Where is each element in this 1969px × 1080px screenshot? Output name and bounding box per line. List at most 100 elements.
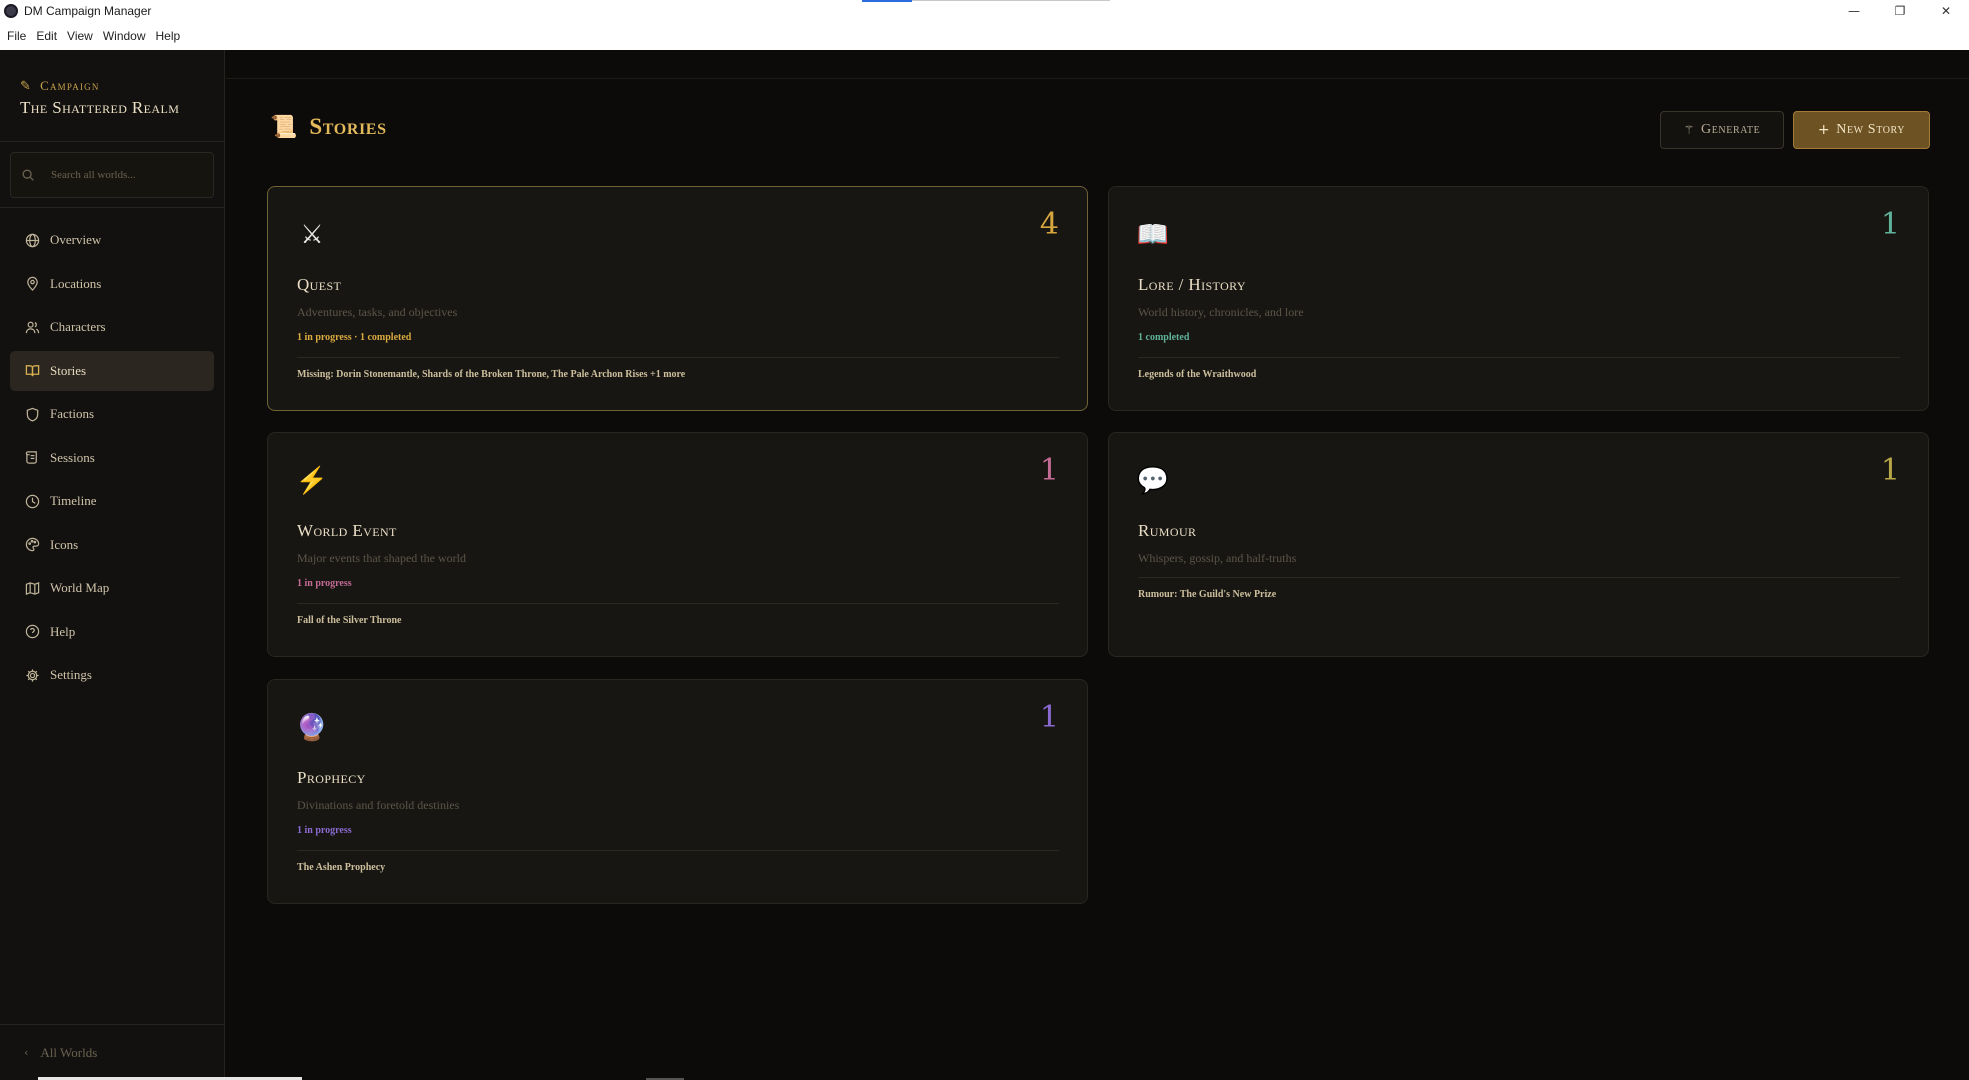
shield-icon	[24, 406, 40, 422]
all-worlds-link[interactable]: ‹ All Worlds	[0, 1024, 225, 1080]
sidebar-item-label: Help	[50, 623, 76, 639]
search-input[interactable]	[51, 169, 201, 181]
card-status: 1 completed	[1138, 332, 1190, 343]
globe-icon	[24, 232, 40, 248]
campaign-label: Campaign	[40, 78, 100, 93]
sidebar-item-icons[interactable]: Icons	[10, 525, 214, 565]
menu-window[interactable]: Window	[98, 29, 151, 43]
card-story-list: The Ashen Prophecy	[297, 862, 386, 873]
sidebar-item-label: Characters	[50, 319, 106, 334]
card-description: Major events that shaped the world	[297, 551, 466, 565]
sidebar-item-label: Factions	[50, 406, 95, 421]
minimize-button[interactable]: —	[1831, 0, 1877, 22]
menu-help[interactable]: Help	[151, 29, 186, 43]
card-story-list: Missing: Dorin Stonemantle, Shards of th…	[297, 369, 686, 380]
search-icon	[22, 169, 34, 181]
app-logo-icon	[4, 4, 18, 18]
sidebar-item-locations[interactable]: Locations	[10, 264, 214, 304]
campaign-name[interactable]: The Shattered Realm	[20, 98, 204, 118]
story-card-quest[interactable]: ⚔ 4 Quest Adventures, tasks, and objecti…	[267, 186, 1088, 411]
card-story-list: Fall of the Silver Throne	[297, 615, 402, 626]
story-count: 1	[1039, 453, 1059, 488]
story-count: 1	[1880, 207, 1900, 242]
plus-icon: +	[1817, 122, 1831, 138]
close-button[interactable]: ✕	[1923, 0, 1969, 22]
card-description: Whispers, gossip, and half-truths	[1138, 551, 1297, 565]
sidebar-item-sessions[interactable]: Sessions	[10, 438, 214, 478]
menu-bar: File Edit View Window Help	[0, 22, 1969, 50]
story-card-prophecy[interactable]: 🔮 1 Prophecy Divinations and foretold de…	[267, 679, 1088, 904]
scroll-icon	[24, 450, 40, 466]
generate-label: Generate	[1701, 122, 1761, 137]
card-title: Lore / History	[1138, 275, 1246, 294]
card-divider	[297, 603, 1059, 604]
header-divider	[226, 78, 1969, 79]
new-story-label: New Story	[1836, 122, 1906, 137]
card-divider	[1138, 577, 1900, 578]
campaign-header: ✎ Campaign The Shattered Realm	[0, 50, 224, 142]
card-description: Divinations and foretold destinies	[297, 798, 460, 812]
sidebar-item-label: Sessions	[50, 449, 95, 465]
card-title: Rumour	[1138, 521, 1197, 540]
open-book-icon: 📖	[1136, 220, 1170, 249]
crossed-swords-icon: ⚔	[300, 220, 324, 250]
new-story-button[interactable]: + New Story	[1793, 111, 1930, 149]
card-status: 1 in progress · 1 completed	[297, 332, 412, 343]
story-card-rumour[interactable]: 💬 1 Rumour Whispers, gossip, and half-tr…	[1108, 432, 1929, 657]
card-title: Quest	[297, 275, 342, 294]
story-card-lore-history[interactable]: 📖 1 Lore / History World history, chroni…	[1108, 186, 1929, 411]
card-divider	[297, 850, 1059, 851]
card-description: Adventures, tasks, and objectives	[297, 305, 458, 319]
story-card-world-event[interactable]: ⚡ 1 World Event Major events that shaped…	[267, 432, 1088, 657]
sidebar-item-overview[interactable]: Overview	[10, 220, 214, 260]
menu-edit[interactable]: Edit	[31, 29, 62, 43]
sidebar-nav: Overview Locations Characters Stories Fa…	[0, 208, 224, 695]
menu-file[interactable]: File	[2, 29, 31, 43]
card-story-list: Rumour: The Guild's New Prize	[1138, 589, 1277, 600]
menu-view[interactable]: View	[62, 29, 98, 43]
page-header: 📜 Stories	[270, 114, 387, 140]
sidebar-item-settings[interactable]: Settings	[10, 655, 214, 695]
window-title: DM Campaign Manager	[24, 4, 152, 18]
window-controls: — ❐ ✕	[1831, 0, 1969, 22]
card-divider	[1138, 357, 1900, 358]
title-progress-indicator	[862, 0, 912, 2]
card-divider	[297, 357, 1059, 358]
search-container	[0, 142, 224, 208]
crystal-ball-icon: 🔮	[295, 713, 329, 742]
story-count: 1	[1039, 700, 1059, 735]
chevron-left-icon: ‹	[24, 1046, 29, 1059]
campaign-label-row: ✎ Campaign	[20, 78, 204, 94]
sidebar-item-help[interactable]: Help	[10, 612, 214, 652]
restore-button[interactable]: ❐	[1877, 0, 1923, 22]
map-icon	[24, 580, 40, 596]
generate-button[interactable]: ⚚ Generate	[1660, 111, 1784, 149]
quill-icon: ✎	[20, 78, 33, 94]
card-description: World history, chronicles, and lore	[1138, 305, 1304, 319]
book-open-icon	[24, 363, 40, 379]
map-pin-icon	[24, 276, 40, 292]
page-title: Stories	[309, 114, 387, 139]
magic-wand-icon: ⚚	[1683, 123, 1695, 137]
window-titlebar: DM Campaign Manager — ❐ ✕	[0, 0, 1969, 22]
sidebar-item-label: Settings	[50, 667, 92, 682]
search-box[interactable]	[10, 152, 214, 198]
story-count: 4	[1039, 207, 1059, 242]
help-circle-icon	[24, 624, 40, 640]
title-progress-track	[912, 0, 1110, 1]
sidebar-item-label: Icons	[50, 536, 79, 552]
sidebar-item-timeline[interactable]: Timeline	[10, 481, 214, 521]
clock-icon	[24, 493, 40, 509]
sidebar-item-stories[interactable]: Stories	[10, 350, 214, 391]
sidebar-item-factions[interactable]: Factions	[10, 394, 214, 434]
sidebar-item-label: Locations	[50, 275, 102, 291]
card-story-list: Legends of the Wraithwood	[1138, 369, 1257, 380]
lightning-icon: ⚡	[295, 466, 329, 495]
palette-icon	[24, 537, 40, 553]
sidebar: ✎ Campaign The Shattered Realm Overview	[0, 50, 225, 1080]
all-worlds-label: All Worlds	[40, 1044, 98, 1060]
sidebar-item-world-map[interactable]: World Map	[10, 568, 214, 608]
sidebar-item-label: Stories	[50, 362, 87, 378]
scroll-icon: 📜	[270, 114, 298, 139]
sidebar-item-characters[interactable]: Characters	[10, 307, 214, 347]
